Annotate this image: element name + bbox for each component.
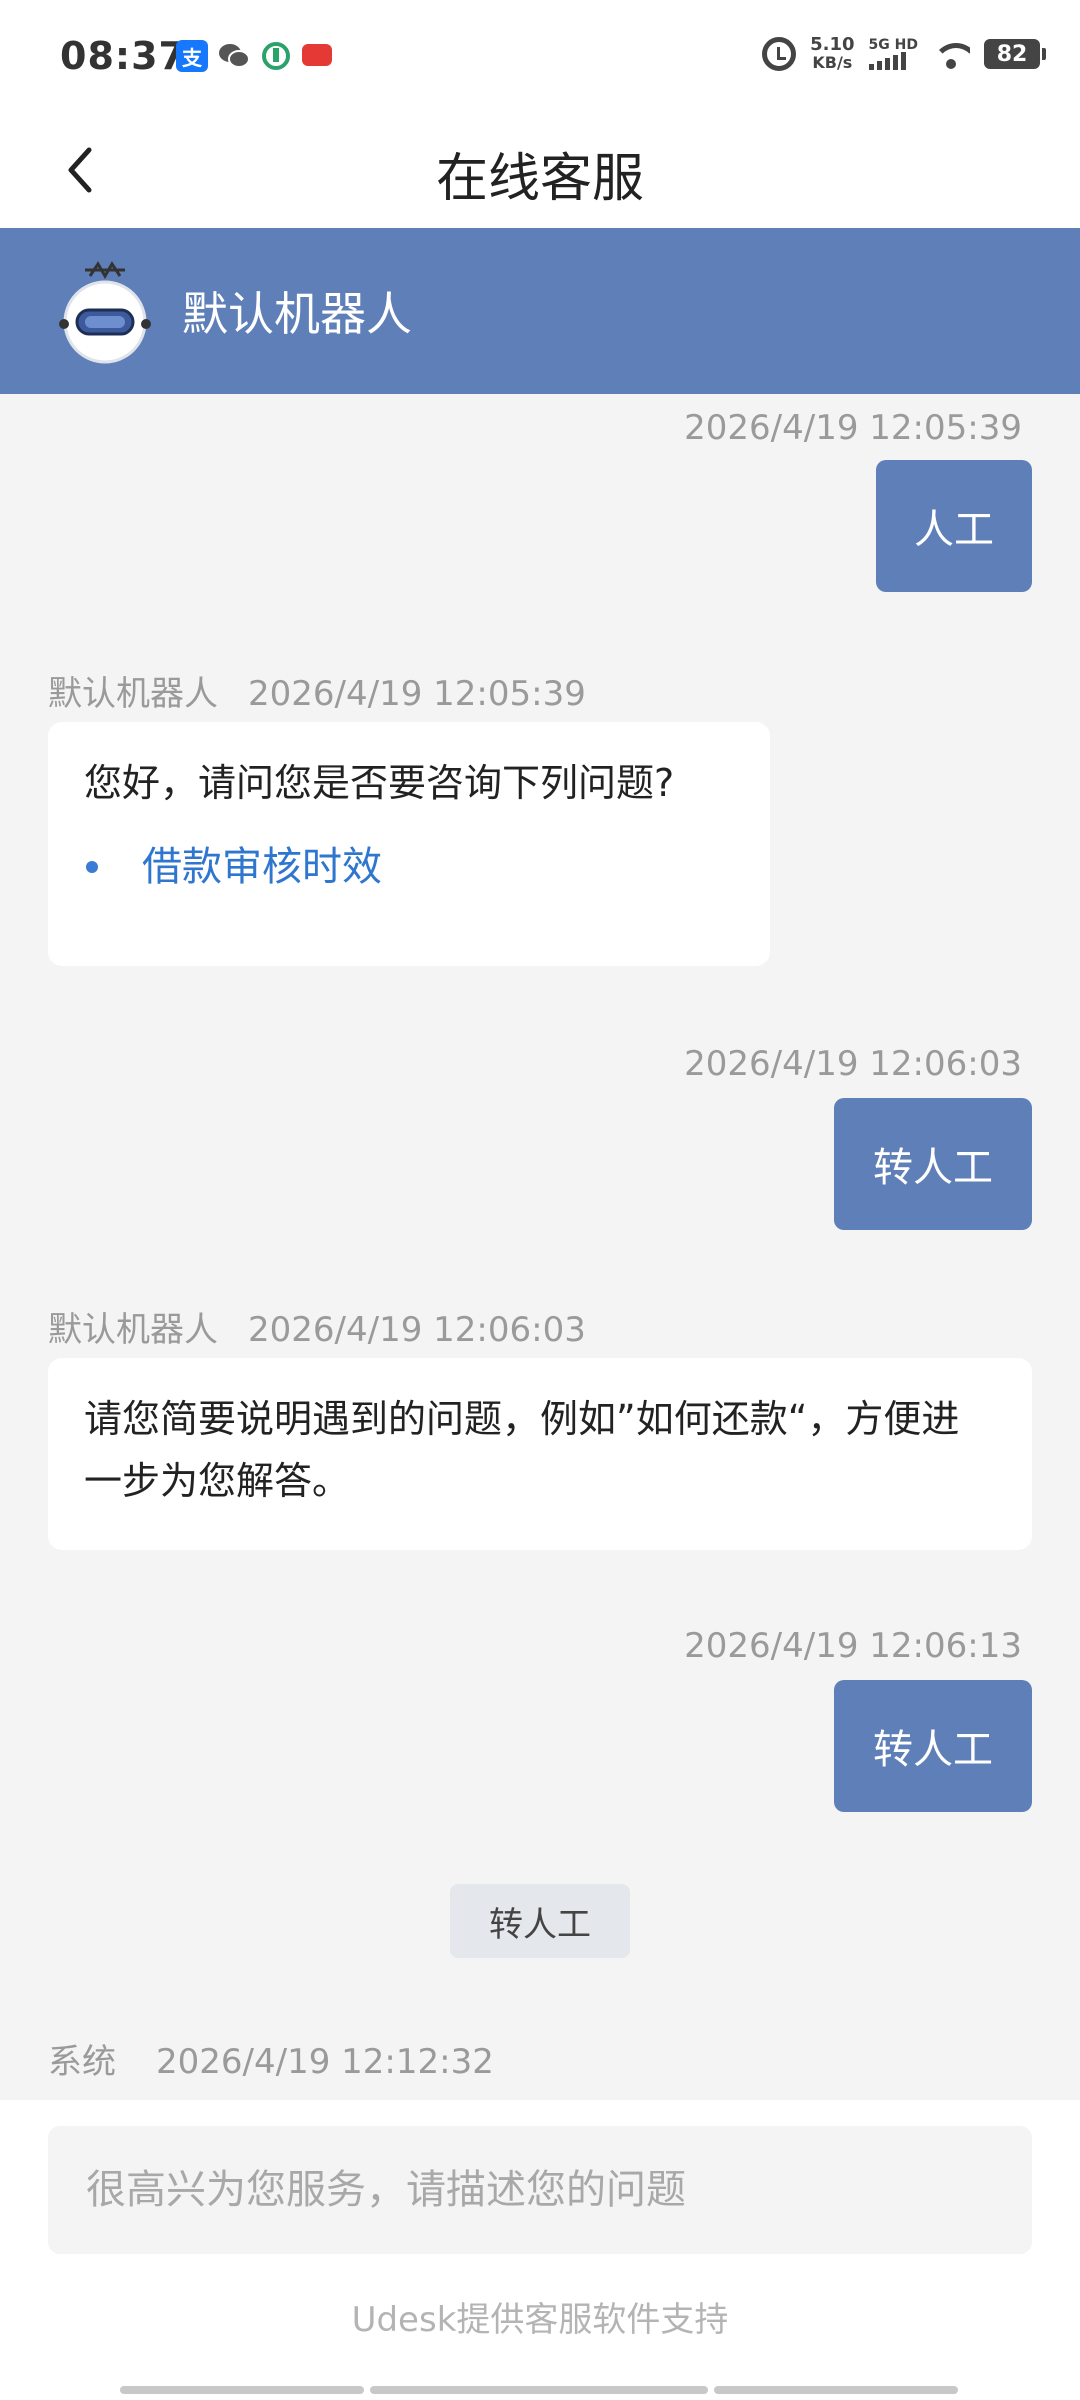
user-message-bubble[interactable]: 转人工	[834, 1098, 1032, 1230]
message-sender: 默认机器人	[48, 1310, 218, 1350]
message-timestamp: 2026/4/19 12:06:03	[684, 1044, 1022, 1084]
alipay-icon: 支	[176, 40, 208, 72]
message-timestamp: 2026/4/19 12:06:03	[248, 1310, 586, 1350]
bot-message-text: 您好，请问您是否要咨询下列问题?	[84, 761, 675, 805]
battery-icon: 82	[984, 39, 1046, 69]
system-message-header: 系统 2026/4/19 12:12:32	[48, 2034, 494, 2083]
system-icons: 5.10 KB/s 5G HD 82	[762, 34, 1046, 72]
bot-info-bar: 默认机器人	[0, 228, 1080, 394]
signal-bars-icon	[868, 52, 918, 70]
message-timestamp: 2026/4/19 12:06:13	[684, 1626, 1022, 1666]
navigation-handle[interactable]	[120, 2386, 958, 2394]
transfer-status-pill: 转人工	[450, 1884, 630, 1958]
chat-area[interactable]: 2026/4/19 12:05:39 人工 默认机器人 2026/4/19 12:…	[0, 394, 1080, 2100]
alarm-icon	[762, 37, 797, 71]
bottom-input-area: Udesk提供客服软件支持	[0, 2100, 1080, 2400]
suggested-question-link[interactable]: 借款审核时效	[142, 836, 382, 898]
message-sender: 默认机器人	[48, 674, 218, 714]
wifi-icon	[932, 39, 970, 69]
message-timestamp: 2026/4/19 12:05:39	[684, 408, 1022, 448]
bot-name: 默认机器人	[182, 287, 412, 341]
bullet-icon	[86, 861, 98, 873]
powered-by-text: Udesk提供客服软件支持	[351, 2300, 729, 2340]
user-message-bubble[interactable]: 人工	[876, 460, 1032, 592]
bot-message-text: 请您简要说明遇到的问题，例如”如何还款“，方便进一步为您解答。	[84, 1397, 960, 1503]
message-timestamp: 2026/4/19 12:12:32	[156, 2042, 494, 2082]
message-timestamp: 2026/4/19 12:05:39	[248, 674, 586, 714]
bot-message-bubble: 请您简要说明遇到的问题，例如”如何还款“，方便进一步为您解答。	[48, 1358, 1032, 1550]
suggested-question-item[interactable]: 借款审核时效	[84, 836, 734, 898]
header: 在线客服	[0, 118, 1080, 228]
status-bar: 08:37 支 5.10 KB/s 5G HD 82	[0, 0, 1080, 118]
bot-message-header: 默认机器人 2026/4/19 12:05:39	[48, 666, 586, 715]
bot-message-bubble: 您好，请问您是否要咨询下列问题? 借款审核时效	[48, 722, 770, 966]
message-input[interactable]	[48, 2126, 1032, 2254]
status-time: 08:37	[60, 34, 186, 78]
notification-icons: 支	[176, 40, 332, 72]
robot-icon	[50, 258, 160, 368]
user-message-bubble[interactable]: 转人工	[834, 1680, 1032, 1812]
network-speed: 5.10 KB/s	[810, 34, 855, 72]
wechat-icon	[218, 40, 250, 72]
page-title: 在线客服	[435, 149, 644, 209]
signal-indicator: 5G HD	[868, 38, 918, 70]
message-sender: 系统	[48, 2042, 116, 2082]
bot-message-header: 默认机器人 2026/4/19 12:06:03	[48, 1302, 586, 1351]
app-badge-icon	[302, 44, 332, 66]
app-icon	[260, 40, 292, 72]
